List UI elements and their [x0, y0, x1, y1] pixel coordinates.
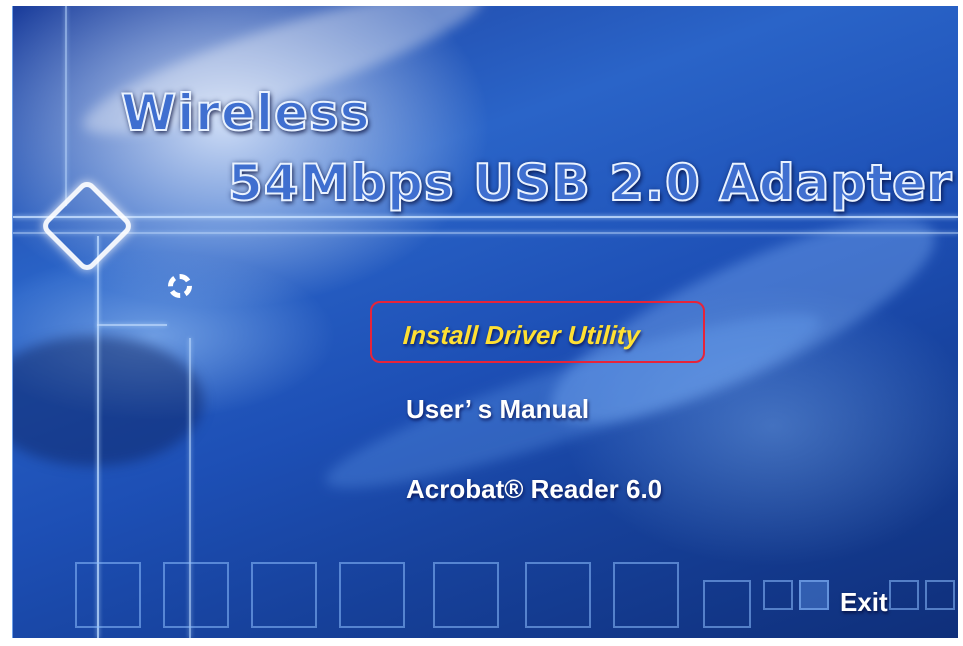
decor-square: [889, 580, 919, 610]
decor-square: [703, 580, 751, 628]
decor-square: [433, 562, 499, 628]
decor-square: [339, 562, 405, 628]
divider-line: [65, 6, 67, 206]
decor-square: [525, 562, 591, 628]
users-manual-link[interactable]: User’ s Manual: [406, 394, 589, 425]
autorun-screen: Wireless 54Mbps USB 2.0 Adapter Install …: [12, 6, 958, 638]
product-title-line2: 54Mbps USB 2.0 Adapter: [227, 153, 953, 213]
acrobat-reader-link[interactable]: Acrobat® Reader 6.0: [406, 474, 662, 505]
divider-line: [13, 216, 958, 218]
window-frame: Wireless 54Mbps USB 2.0 Adapter Install …: [0, 0, 963, 646]
decor-square: [75, 562, 141, 628]
install-driver-utility-link[interactable]: Install Driver Utility: [402, 320, 641, 351]
decor-square: [163, 562, 229, 628]
decor-square: [613, 562, 679, 628]
exit-button[interactable]: Exit: [840, 587, 888, 618]
divider-line: [13, 232, 958, 234]
diamond-logo-icon: [38, 177, 136, 275]
product-title-line1: Wireless: [120, 83, 371, 143]
decor-square: [763, 580, 793, 610]
dashed-circle-icon: [168, 274, 192, 298]
decor-square: [799, 580, 829, 610]
divider-line: [97, 324, 167, 326]
decor-square: [925, 580, 955, 610]
decor-square: [251, 562, 317, 628]
light-streak: [13, 336, 203, 466]
